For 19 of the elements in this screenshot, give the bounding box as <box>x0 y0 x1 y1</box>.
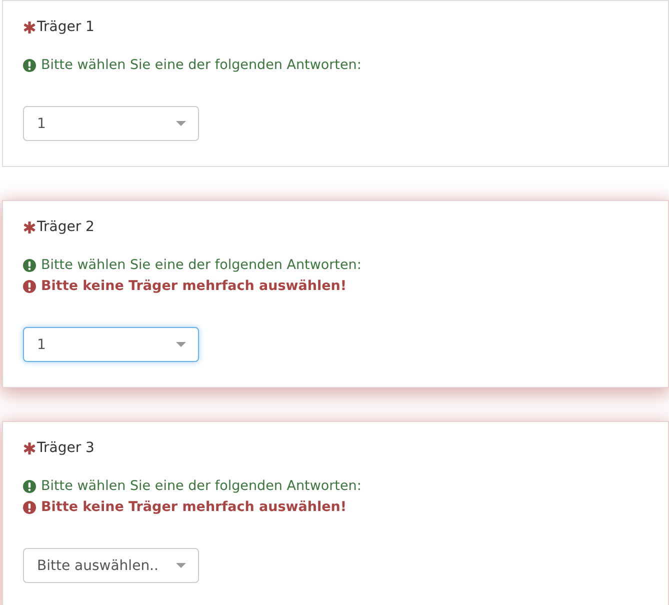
question-title: Träger 3 <box>37 440 94 456</box>
question-title: Träger 1 <box>37 19 94 35</box>
caret-icon <box>176 121 186 126</box>
error-message: Bitte keine Träger mehrfach auswählen! <box>41 277 347 296</box>
error-icon <box>23 280 36 293</box>
caret-icon <box>176 342 186 347</box>
caret-icon <box>176 563 186 568</box>
hint-text: Bitte wählen Sie eine der folgenden Antworten: <box>41 256 362 275</box>
info-icon <box>23 59 36 72</box>
answer-dropdown[interactable]: 1 <box>23 106 199 141</box>
error-icon <box>23 501 36 514</box>
hint-text: Bitte wählen Sie eine der folgenden Antworten: <box>41 56 362 75</box>
answer-dropdown[interactable]: Bitte auswählen.. <box>23 548 199 583</box>
question-title: Träger 2 <box>37 219 94 235</box>
info-icon <box>23 259 36 272</box>
info-icon <box>23 480 36 493</box>
hint-text: Bitte wählen Sie eine der folgenden Antworten: <box>41 477 362 496</box>
error-message: Bitte keine Träger mehrfach auswählen! <box>41 498 347 517</box>
answer-dropdown[interactable]: 1 <box>23 327 199 362</box>
